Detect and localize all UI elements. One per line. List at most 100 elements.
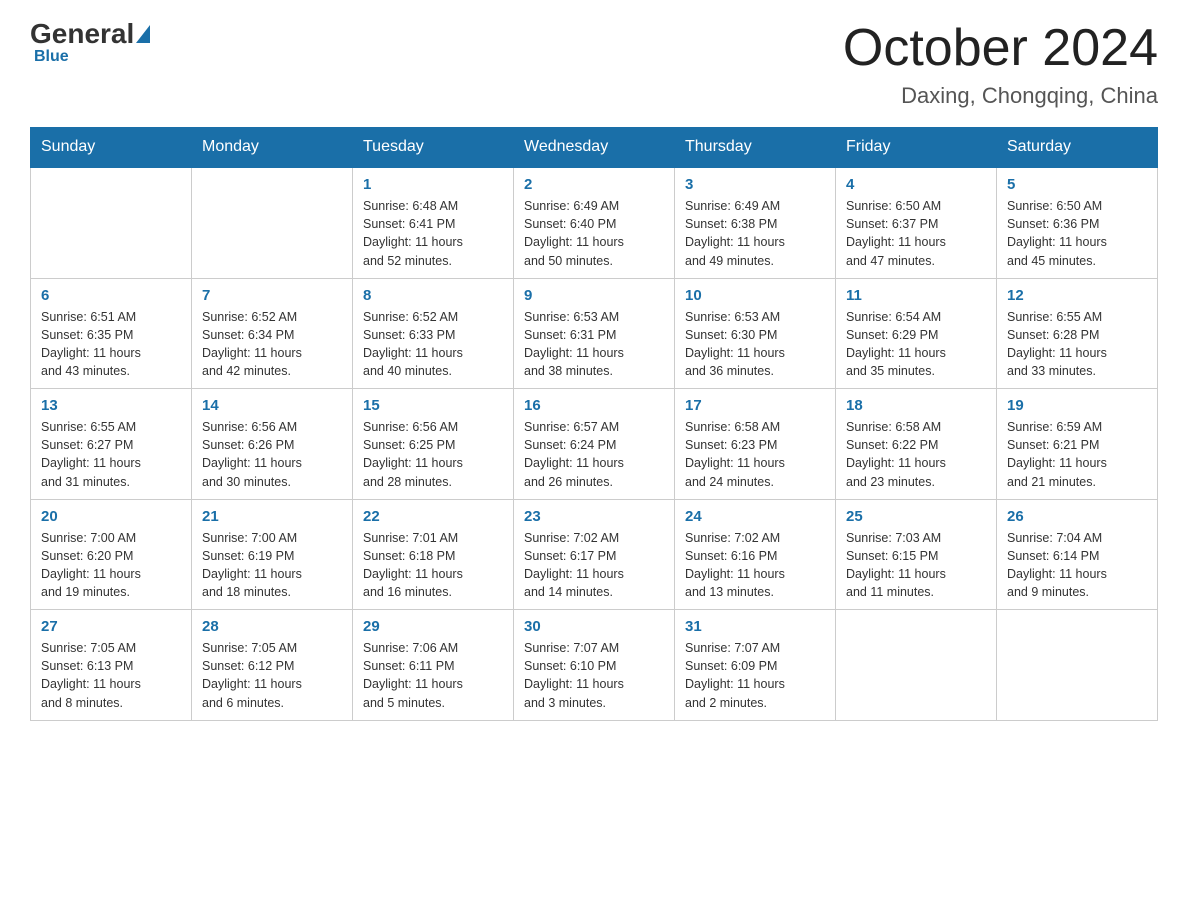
- day-info: Sunrise: 6:58 AMSunset: 6:22 PMDaylight:…: [846, 418, 986, 491]
- calendar-day-cell: 19Sunrise: 6:59 AMSunset: 6:21 PMDayligh…: [997, 389, 1158, 500]
- calendar-day-cell: [997, 610, 1158, 721]
- header-friday: Friday: [836, 128, 997, 168]
- calendar-title: October 2024: [843, 20, 1158, 77]
- calendar-day-cell: 3Sunrise: 6:49 AMSunset: 6:38 PMDaylight…: [675, 167, 836, 278]
- header: General Blue October 2024 Daxing, Chongq…: [30, 20, 1158, 109]
- calendar-day-cell: 9 Sunrise: 6:53 AMSunset: 6:31 PMDaylight…: [514, 278, 675, 389]
- calendar-day-cell: 30 Sunrise: 7:07 AMSunset: 6:10 PMDayligh…: [514, 610, 675, 721]
- day-info: Sunrise: 6:54 AMSunset: 6:29 PMDaylight:…: [846, 308, 986, 381]
- day-number: 24: [685, 508, 825, 525]
- day-number: 1: [363, 176, 503, 193]
- day-number: 11: [846, 287, 986, 304]
- day-number: 10: [685, 287, 825, 304]
- calendar-subtitle: Daxing, Chongqing, China: [843, 83, 1158, 109]
- calendar-table: Sunday Monday Tuesday Wednesday Thursday…: [30, 127, 1158, 721]
- day-number: 6: [41, 287, 181, 304]
- calendar-day-cell: 18Sunrise: 6:58 AMSunset: 6:22 PMDayligh…: [836, 389, 997, 500]
- day-number: 14: [202, 397, 342, 414]
- header-sunday: Sunday: [31, 128, 192, 168]
- calendar-day-cell: 17 Sunrise: 6:58 AMSunset: 6:23 PMDayligh…: [675, 389, 836, 500]
- day-number: 15: [363, 397, 503, 414]
- calendar-day-cell: 6 Sunrise: 6:51 AMSunset: 6:35 PMDaylight…: [31, 278, 192, 389]
- calendar-day-cell: 13Sunrise: 6:55 AMSunset: 6:27 PMDayligh…: [31, 389, 192, 500]
- calendar-day-cell: 26Sunrise: 7:04 AMSunset: 6:14 PMDayligh…: [997, 499, 1158, 610]
- calendar-day-cell: 27 Sunrise: 7:05 AMSunset: 6:13 PMDayligh…: [31, 610, 192, 721]
- day-info: Sunrise: 6:48 AMSunset: 6:41 PMDaylight:…: [363, 197, 503, 270]
- day-number: 22: [363, 508, 503, 525]
- day-number: 17: [685, 397, 825, 414]
- day-number: 21: [202, 508, 342, 525]
- day-number: 30: [524, 618, 664, 635]
- calendar-week-row: 20Sunrise: 7:00 AMSunset: 6:20 PMDayligh…: [31, 499, 1158, 610]
- logo-triangle-icon: [136, 25, 150, 43]
- calendar-day-cell: 14 Sunrise: 6:56 AMSunset: 6:26 PMDayligh…: [192, 389, 353, 500]
- day-info: Sunrise: 6:58 AMSunset: 6:23 PMDaylight:…: [685, 418, 825, 491]
- header-saturday: Saturday: [997, 128, 1158, 168]
- day-number: 26: [1007, 508, 1147, 525]
- day-info: Sunrise: 6:56 AMSunset: 6:26 PMDaylight:…: [202, 418, 342, 491]
- calendar-day-cell: 22 Sunrise: 7:01 AMSunset: 6:18 PMDayligh…: [353, 499, 514, 610]
- logo-blue-text: Blue: [34, 48, 69, 65]
- day-info: Sunrise: 6:52 AMSunset: 6:33 PMDaylight:…: [363, 308, 503, 381]
- day-number: 16: [524, 397, 664, 414]
- calendar-day-cell: 12 Sunrise: 6:55 AMSunset: 6:28 PMDayligh…: [997, 278, 1158, 389]
- day-number: 29: [363, 618, 503, 635]
- calendar-day-cell: [836, 610, 997, 721]
- calendar-day-cell: 28Sunrise: 7:05 AMSunset: 6:12 PMDayligh…: [192, 610, 353, 721]
- calendar-day-cell: 20Sunrise: 7:00 AMSunset: 6:20 PMDayligh…: [31, 499, 192, 610]
- days-header-row: Sunday Monday Tuesday Wednesday Thursday…: [31, 128, 1158, 168]
- day-info: Sunrise: 6:49 AMSunset: 6:40 PMDaylight:…: [524, 197, 664, 270]
- day-info: Sunrise: 7:01 AMSunset: 6:18 PMDaylight:…: [363, 529, 503, 602]
- calendar-day-cell: [192, 167, 353, 278]
- calendar-day-cell: 8 Sunrise: 6:52 AMSunset: 6:33 PMDaylight…: [353, 278, 514, 389]
- calendar-week-row: 1 Sunrise: 6:48 AMSunset: 6:41 PMDaylight…: [31, 167, 1158, 278]
- header-tuesday: Tuesday: [353, 128, 514, 168]
- calendar-week-row: 13Sunrise: 6:55 AMSunset: 6:27 PMDayligh…: [31, 389, 1158, 500]
- calendar-day-cell: 15Sunrise: 6:56 AMSunset: 6:25 PMDayligh…: [353, 389, 514, 500]
- day-number: 12: [1007, 287, 1147, 304]
- day-number: 31: [685, 618, 825, 635]
- calendar-day-cell: 21 Sunrise: 7:00 AMSunset: 6:19 PMDayligh…: [192, 499, 353, 610]
- day-info: Sunrise: 7:05 AMSunset: 6:13 PMDaylight:…: [41, 639, 181, 712]
- calendar-day-cell: 29Sunrise: 7:06 AMSunset: 6:11 PMDayligh…: [353, 610, 514, 721]
- logo: General Blue: [30, 20, 152, 66]
- day-info: Sunrise: 6:57 AMSunset: 6:24 PMDaylight:…: [524, 418, 664, 491]
- day-info: Sunrise: 6:55 AMSunset: 6:27 PMDaylight:…: [41, 418, 181, 491]
- calendar-day-cell: 4 Sunrise: 6:50 AMSunset: 6:37 PMDaylight…: [836, 167, 997, 278]
- day-info: Sunrise: 7:00 AMSunset: 6:19 PMDaylight:…: [202, 529, 342, 602]
- day-info: Sunrise: 6:55 AMSunset: 6:28 PMDaylight:…: [1007, 308, 1147, 381]
- calendar-day-cell: 11 Sunrise: 6:54 AMSunset: 6:29 PMDayligh…: [836, 278, 997, 389]
- title-area: October 2024 Daxing, Chongqing, China: [843, 20, 1158, 109]
- day-number: 5: [1007, 176, 1147, 193]
- header-monday: Monday: [192, 128, 353, 168]
- calendar-day-cell: 2 Sunrise: 6:49 AMSunset: 6:40 PMDaylight…: [514, 167, 675, 278]
- day-info: Sunrise: 6:53 AMSunset: 6:30 PMDaylight:…: [685, 308, 825, 381]
- day-info: Sunrise: 7:07 AMSunset: 6:09 PMDaylight:…: [685, 639, 825, 712]
- calendar-week-row: 6 Sunrise: 6:51 AMSunset: 6:35 PMDaylight…: [31, 278, 1158, 389]
- day-info: Sunrise: 7:07 AMSunset: 6:10 PMDaylight:…: [524, 639, 664, 712]
- day-info: Sunrise: 7:02 AMSunset: 6:17 PMDaylight:…: [524, 529, 664, 602]
- calendar-day-cell: 10 Sunrise: 6:53 AMSunset: 6:30 PMDayligh…: [675, 278, 836, 389]
- day-info: Sunrise: 6:50 AMSunset: 6:36 PMDaylight:…: [1007, 197, 1147, 270]
- day-number: 27: [41, 618, 181, 635]
- calendar-day-cell: 1 Sunrise: 6:48 AMSunset: 6:41 PMDaylight…: [353, 167, 514, 278]
- day-number: 8: [363, 287, 503, 304]
- day-info: Sunrise: 6:52 AMSunset: 6:34 PMDaylight:…: [202, 308, 342, 381]
- day-info: Sunrise: 6:51 AMSunset: 6:35 PMDaylight:…: [41, 308, 181, 381]
- day-number: 28: [202, 618, 342, 635]
- calendar-day-cell: 5 Sunrise: 6:50 AMSunset: 6:36 PMDaylight…: [997, 167, 1158, 278]
- calendar-day-cell: 23 Sunrise: 7:02 AMSunset: 6:17 PMDayligh…: [514, 499, 675, 610]
- day-number: 19: [1007, 397, 1147, 414]
- day-info: Sunrise: 7:03 AMSunset: 6:15 PMDaylight:…: [846, 529, 986, 602]
- day-number: 7: [202, 287, 342, 304]
- day-number: 3: [685, 176, 825, 193]
- day-number: 9: [524, 287, 664, 304]
- day-info: Sunrise: 6:50 AMSunset: 6:37 PMDaylight:…: [846, 197, 986, 270]
- day-number: 23: [524, 508, 664, 525]
- day-number: 25: [846, 508, 986, 525]
- day-number: 4: [846, 176, 986, 193]
- day-number: 20: [41, 508, 181, 525]
- day-number: 2: [524, 176, 664, 193]
- calendar-day-cell: [31, 167, 192, 278]
- day-info: Sunrise: 6:53 AMSunset: 6:31 PMDaylight:…: [524, 308, 664, 381]
